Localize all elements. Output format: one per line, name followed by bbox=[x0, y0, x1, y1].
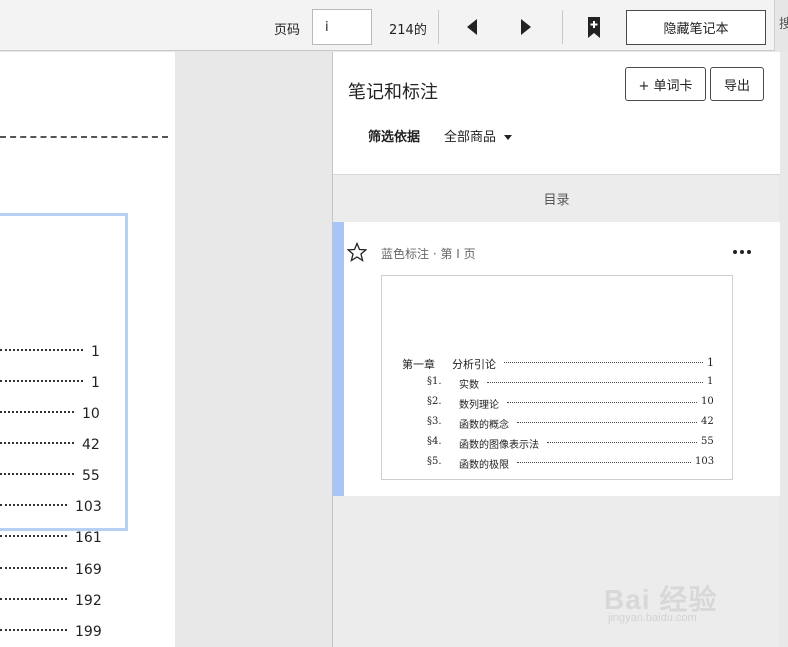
toolbar-divider bbox=[438, 10, 439, 44]
toc-row: 55 bbox=[0, 468, 175, 488]
toc-row: 161 bbox=[0, 530, 175, 550]
flashcard-button[interactable]: + 单词卡 bbox=[625, 67, 706, 101]
toc-page-number: 10 bbox=[82, 406, 100, 422]
toc-row: 192 bbox=[0, 593, 175, 613]
reader-toolbar: 页码 214的 隐藏笔记本 搜 bbox=[0, 0, 788, 51]
snippet-section-title: 函数的极限 bbox=[459, 460, 509, 471]
snippet-leader-dots bbox=[507, 402, 697, 403]
add-bookmark-button[interactable] bbox=[584, 15, 604, 41]
toc-leader-dots bbox=[0, 504, 67, 506]
dashed-rule bbox=[0, 136, 168, 138]
snippet-leader-dots bbox=[547, 442, 697, 443]
toc-page-number: 1 bbox=[91, 375, 100, 391]
notes-panel: 笔记和标注 + 单词卡 导出 筛选依据 全部商品 目录 蓝色标注 · 第 I 页… bbox=[332, 52, 780, 647]
snippet-section-title: 分析引论 bbox=[452, 358, 496, 371]
snippet-section-number: §3. bbox=[427, 416, 442, 427]
toc-row: 199 bbox=[0, 624, 175, 644]
chevron-down-icon bbox=[504, 135, 513, 140]
highlight-snippet-image: 第一章 分析引论 1 §1. 实数 1 §2. 数列理论 10 §3. 函数的概念 42 §4. 函数的图… bbox=[381, 275, 733, 480]
snippet-section-number: 第一章 bbox=[402, 358, 435, 371]
snippet-section-number: §1. bbox=[427, 376, 442, 387]
page-label: 页码 bbox=[274, 23, 301, 38]
triangle-left-icon bbox=[467, 19, 477, 35]
snippet-section-title: 函数的概念 bbox=[459, 420, 509, 431]
viewer-gutter bbox=[175, 52, 332, 647]
filter-label: 筛选依据 bbox=[368, 130, 421, 145]
toc-leader-dots bbox=[0, 349, 83, 351]
toc-row: 169 bbox=[0, 562, 175, 582]
previous-page-button[interactable] bbox=[462, 16, 482, 38]
toc-leader-dots bbox=[0, 567, 67, 569]
triangle-right-icon bbox=[521, 19, 531, 35]
section-header-toc: 目录 bbox=[543, 193, 570, 208]
snippet-leader-dots bbox=[504, 362, 703, 363]
snippet-toc-row: §4. 函数的图像表示法 55 bbox=[427, 436, 727, 451]
snippet-section-number: §5. bbox=[427, 456, 442, 467]
toc-row: 10 bbox=[0, 406, 175, 426]
snippet-section-title: 实数 bbox=[459, 380, 479, 391]
snippet-toc-row: 第一章 分析引论 1 bbox=[402, 356, 727, 371]
snippet-leader-dots bbox=[517, 462, 691, 463]
next-page-button[interactable] bbox=[516, 16, 536, 38]
toc-row: 103 bbox=[0, 499, 175, 519]
toc-page-number: 161 bbox=[75, 530, 102, 546]
notes-panel-header: 笔记和标注 + 单词卡 导出 筛选依据 全部商品 bbox=[333, 52, 780, 175]
toc-leader-dots bbox=[0, 442, 74, 444]
toc-page-number: 199 bbox=[75, 624, 102, 640]
annotation-meta: 蓝色标注 · 第 I 页 bbox=[381, 247, 476, 261]
toc-page-number: 103 bbox=[75, 499, 102, 515]
toc-leader-dots bbox=[0, 380, 83, 382]
more-options-button[interactable] bbox=[733, 246, 753, 258]
search-button-edge[interactable]: 搜 bbox=[774, 0, 788, 51]
toc-leader-dots bbox=[0, 598, 67, 600]
toc-page-number: 192 bbox=[75, 593, 102, 609]
panel-title: 笔记和标注 bbox=[348, 82, 438, 103]
snippet-page-number: 103 bbox=[695, 456, 715, 467]
star-outline-icon bbox=[346, 241, 368, 262]
snippet-section-number: §2. bbox=[427, 396, 442, 407]
toc-row: 1 bbox=[0, 344, 175, 364]
annotation-card[interactable]: 蓝色标注 · 第 I 页 第一章 分析引论 1 §1. 实数 1 §2. 数列理论 10 §3. 函… bbox=[333, 222, 780, 496]
snippet-toc-row: §2. 数列理论 10 bbox=[427, 396, 727, 411]
snippet-page-number: 1 bbox=[707, 376, 714, 387]
toc-page-number: 42 bbox=[82, 437, 100, 453]
toc-leader-dots bbox=[0, 411, 74, 413]
filter-dropdown[interactable]: 全部商品 bbox=[444, 126, 513, 145]
snippet-section-title: 函数的图像表示法 bbox=[459, 440, 539, 451]
document-page: 1 1 10 42 55 103 161 169 192 199 bbox=[0, 52, 175, 647]
snippet-page-number: 55 bbox=[701, 436, 714, 447]
bookmark-add-icon bbox=[588, 17, 600, 38]
toc-row: 42 bbox=[0, 437, 175, 457]
toc-leader-dots bbox=[0, 535, 67, 537]
star-button[interactable] bbox=[346, 241, 368, 262]
highlight-color-bar bbox=[333, 222, 344, 496]
total-pages-label: 214的 bbox=[389, 23, 427, 38]
toc-page-number: 55 bbox=[82, 468, 100, 484]
filter-value: 全部商品 bbox=[444, 130, 497, 145]
toc-page-number: 1 bbox=[91, 344, 100, 360]
snippet-page-number: 42 bbox=[701, 416, 714, 427]
snippet-toc-row: §1. 实数 1 bbox=[427, 376, 727, 391]
toc-row: 1 bbox=[0, 375, 175, 395]
snippet-page-number: 10 bbox=[701, 396, 714, 407]
more-horizontal-icon bbox=[733, 250, 751, 254]
snippet-section-number: §4. bbox=[427, 436, 442, 447]
toc-leader-dots bbox=[0, 473, 74, 475]
snippet-leader-dots bbox=[487, 382, 703, 383]
snippet-leader-dots bbox=[517, 422, 697, 423]
snippet-toc-row: §3. 函数的概念 42 bbox=[427, 416, 727, 431]
search-edge-text: 搜 bbox=[779, 13, 788, 32]
toc-leader-dots bbox=[0, 629, 67, 631]
snippet-section-title: 数列理论 bbox=[459, 400, 499, 411]
snippet-toc-row: §5. 函数的极限 103 bbox=[427, 456, 727, 471]
toolbar-divider bbox=[562, 10, 563, 44]
toc-page-number: 169 bbox=[75, 562, 102, 578]
hide-notebook-button[interactable]: 隐藏笔记本 bbox=[626, 10, 766, 45]
export-button[interactable]: 导出 bbox=[710, 67, 764, 101]
page-number-input[interactable] bbox=[312, 9, 372, 45]
snippet-page-number: 1 bbox=[707, 356, 714, 369]
